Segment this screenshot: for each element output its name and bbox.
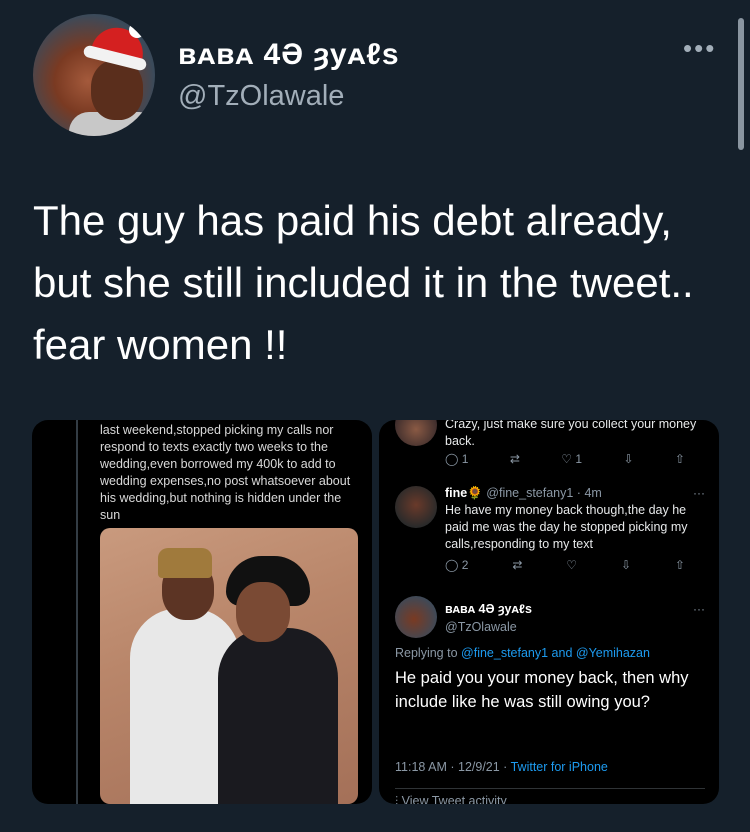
reply-handle: @TzOlawale [445, 620, 517, 634]
attached-image-right[interactable]: Crazy, just make sure you collect your m… [379, 420, 719, 804]
download-icon: ⇩ [620, 558, 632, 572]
divider [395, 788, 705, 789]
like-icon: ♡ [566, 558, 578, 572]
display-name[interactable]: ʙᴀʙᴀ 4Ә ȝyᴀℓs [178, 38, 400, 72]
screenshot-text: last weekend,stopped picking my calls no… [100, 423, 351, 522]
retweet-icon: ⇄ [512, 558, 523, 572]
reply-text: Crazy, just make sure you collect your m… [445, 420, 697, 448]
tweet-actions: ◯ 1 ⇄ ♡ 1 ⇩ ⇧ [445, 452, 685, 466]
scrollbar[interactable] [738, 18, 744, 150]
reply-icon: ◯ 2 [445, 558, 469, 572]
more-icon: ··· [693, 486, 705, 500]
more-horizontal-icon[interactable]: ••• [683, 35, 716, 61]
like-icon: ♡ 1 [561, 452, 583, 466]
avatar [395, 486, 437, 528]
reply-author: fine🌻 @fine_stefany1 · 4m [445, 486, 602, 500]
avatar [395, 596, 437, 638]
profile-avatar[interactable] [33, 14, 155, 136]
reply-text: He have my money back though,the day he … [445, 503, 688, 551]
view-activity: ⫶ View Tweet activity [395, 794, 507, 804]
couple-photo [100, 528, 358, 804]
user-handle[interactable]: @TzOlawale [178, 80, 344, 113]
replying-to: Replying to @fine_stefany1 and @Yemihaza… [395, 646, 650, 660]
retweet-icon: ⇄ [509, 452, 520, 466]
reply-text: He paid you your money back, then why in… [395, 669, 689, 711]
reply-author: ʙᴀʙᴀ 4Ә ȝyᴀℓs [445, 602, 532, 616]
tweet-actions: ◯ 2 ⇄ ♡ ⇩ ⇧ [445, 558, 685, 572]
tweet-meta: 11:18 AM · 12/9/21 · Twitter for iPhone [395, 760, 608, 774]
reply-icon: ◯ 1 [445, 452, 469, 466]
more-icon: ··· [693, 602, 705, 616]
attached-image-left[interactable]: last weekend,stopped picking my calls no… [32, 420, 372, 804]
download-icon: ⇩ [623, 452, 634, 466]
share-icon: ⇧ [674, 452, 685, 466]
tweet-text: The guy has paid his debt already, but s… [33, 197, 694, 368]
share-icon: ⇧ [674, 558, 685, 572]
thread-line [76, 420, 78, 804]
avatar [395, 420, 437, 446]
